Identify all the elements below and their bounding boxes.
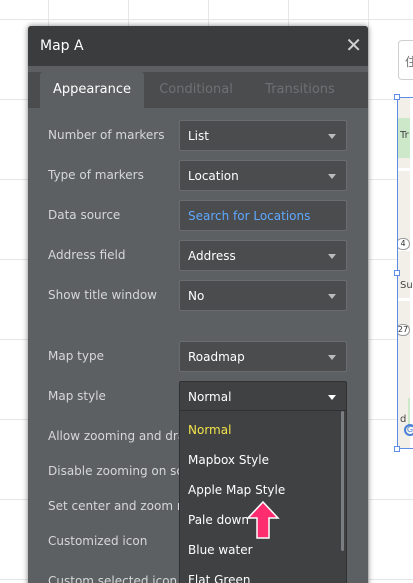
field-label: Custom selected icon xyxy=(48,574,178,583)
field-number-of-markers: Number of markers List xyxy=(40,120,348,151)
dropdown-value: List xyxy=(188,129,209,143)
map-label: Sum xyxy=(400,280,413,291)
tab-bar: Appearance Conditional Transitions xyxy=(28,72,368,108)
map-label: d xyxy=(400,414,407,425)
map-style-dropdown[interactable]: Normal xyxy=(179,381,347,412)
dropdown-scrollbar[interactable] xyxy=(341,411,344,551)
chevron-down-icon xyxy=(328,294,336,299)
field-label: Map type xyxy=(48,349,104,363)
route-shield: 27 xyxy=(397,324,410,336)
dropdown-value: Normal xyxy=(188,390,232,404)
resize-handle[interactable] xyxy=(394,270,400,276)
panel-header: Map A ✕ xyxy=(28,26,368,66)
resize-handle[interactable] xyxy=(394,94,400,100)
option-normal[interactable]: Normal xyxy=(188,423,231,437)
field-type-of-markers: Type of markers Location xyxy=(40,160,348,191)
dropdown-value: No xyxy=(188,289,205,303)
field-label: Map style xyxy=(48,389,106,403)
data-source-field[interactable]: Search for Locations xyxy=(179,200,347,231)
option-pale-down[interactable]: Pale down xyxy=(188,513,249,527)
dropdown-value: Roadmap xyxy=(188,350,245,364)
option-mapbox-style[interactable]: Mapbox Style xyxy=(188,453,269,467)
show-title-window-dropdown[interactable]: No xyxy=(179,280,347,311)
tab-appearance[interactable]: Appearance xyxy=(40,72,144,108)
google-logo-icon: G xyxy=(404,424,413,436)
type-of-markers-dropdown[interactable]: Location xyxy=(179,160,347,191)
option-apple-map-style[interactable]: Apple Map Style xyxy=(188,483,285,497)
route-shield: 4 xyxy=(398,238,410,250)
map-type-dropdown[interactable]: Roadmap xyxy=(179,341,347,372)
field-data-source: Data source Search for Locations xyxy=(40,200,348,231)
chevron-down-icon xyxy=(328,395,336,400)
data-source-link[interactable]: Search for Locations xyxy=(188,209,310,223)
field-map-style: Map style Normal xyxy=(40,381,348,412)
field-label: Address field xyxy=(48,248,126,262)
field-label: Show title window xyxy=(48,288,157,302)
close-icon[interactable]: ✕ xyxy=(345,35,362,55)
arrow-up-icon xyxy=(246,500,280,539)
dropdown-value: Location xyxy=(188,169,239,183)
field-label: Type of markers xyxy=(48,168,144,182)
field-label: Number of markers xyxy=(48,128,165,142)
map-label: Tr xyxy=(400,130,409,141)
number-of-markers-dropdown[interactable]: List xyxy=(179,120,347,151)
address-field-dropdown[interactable]: Address xyxy=(179,240,347,271)
field-label: Data source xyxy=(48,208,121,222)
field-address: Address field Address xyxy=(40,240,348,271)
tab-conditional[interactable]: Conditional xyxy=(148,72,244,108)
panel-title: Map A xyxy=(40,38,84,54)
option-blue-water[interactable]: Blue water xyxy=(188,543,253,557)
search-input[interactable]: 住 xyxy=(398,40,413,80)
field-show-title-window: Show title window No xyxy=(40,280,348,311)
field-map-type: Map type Roadmap xyxy=(40,341,348,372)
tab-transitions[interactable]: Transitions xyxy=(252,72,348,108)
chevron-down-icon xyxy=(328,355,336,360)
map-style-options-list[interactable]: Normal Mapbox Style Apple Map Style Pale… xyxy=(179,410,347,583)
chevron-down-icon xyxy=(328,254,336,259)
field-label: Customized icon xyxy=(48,534,148,548)
option-flat-green[interactable]: Flat Green xyxy=(188,573,250,583)
resize-handle[interactable] xyxy=(394,446,400,452)
dropdown-value: Address xyxy=(188,249,236,263)
chevron-down-icon xyxy=(328,174,336,179)
chevron-down-icon xyxy=(328,134,336,139)
